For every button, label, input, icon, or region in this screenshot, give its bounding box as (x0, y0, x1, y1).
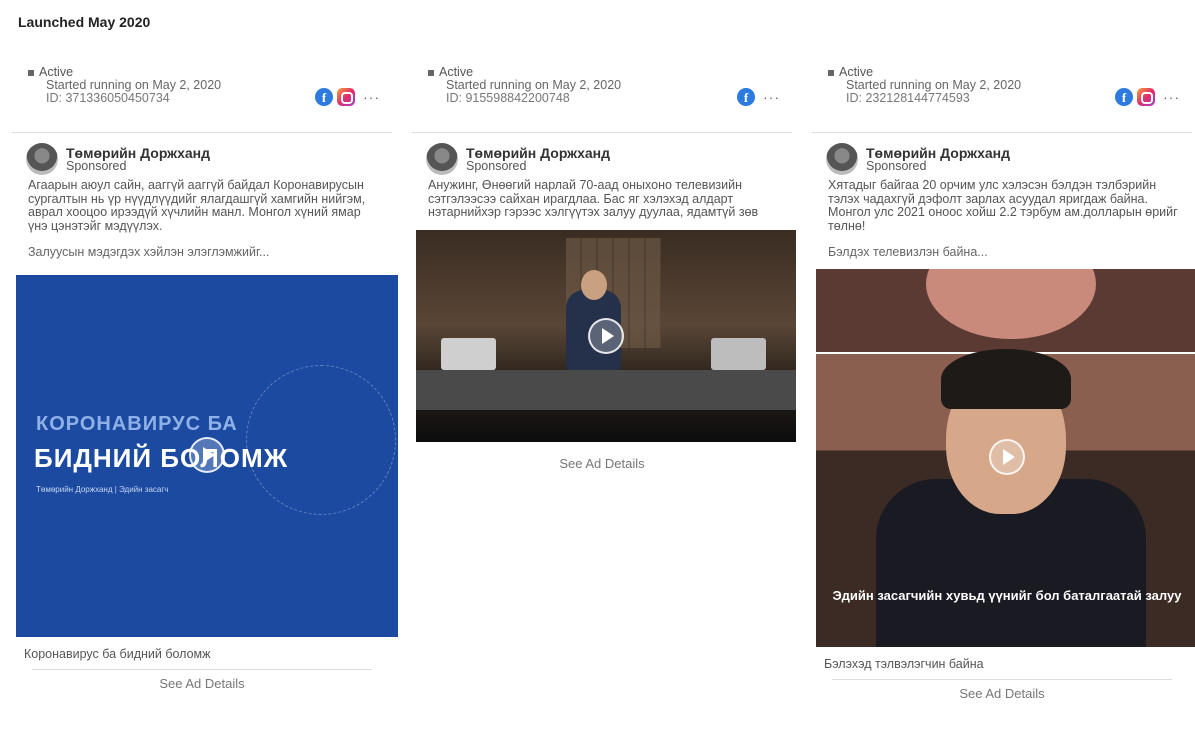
virus-graphic (246, 365, 396, 515)
more-options-icon[interactable]: ··· (363, 90, 380, 104)
ad-meta: Active Started running on May 2, 2020 ID… (412, 62, 792, 132)
ad-meta: Active Started running on May 2, 2020 ID… (812, 62, 1192, 132)
face-closeup (926, 269, 1096, 339)
ad-body-text: Хятадыг байгаа 20 орчим улс хэлэсэн бэлд… (828, 178, 1178, 233)
media-subtitle: Төмөрийн Доржханд | Эдийн засагч (36, 485, 169, 494)
video-subtitle: Эдийн засагчийн хувьд үүнийг бол баталга… (832, 588, 1182, 603)
sponsored-label: Sponsored (866, 158, 927, 173)
avatar[interactable] (826, 143, 858, 175)
ad-video[interactable]: Эдийн засагчийн хувьд үүнийг бол баталга… (816, 269, 1195, 647)
facebook-icon: f (737, 88, 755, 106)
laptop (441, 337, 496, 370)
page-name[interactable]: Төмөрийн Доржханд (866, 146, 1010, 160)
ad-video[interactable] (416, 229, 796, 442)
play-icon[interactable] (989, 439, 1025, 475)
see-ad-details-link[interactable]: See Ad Details (12, 676, 392, 691)
ad-card: Active Started running on May 2, 2020 ID… (812, 62, 1195, 701)
play-icon[interactable] (588, 317, 624, 354)
page-row: Төмөрийн Доржханд Sponsored (812, 133, 1192, 175)
preview-text: Бэлдэх телевизлэн байна... (828, 245, 988, 259)
page-name[interactable]: Төмөрийн Доржханд (66, 146, 210, 160)
section-title: Launched May 2020 (18, 14, 151, 30)
see-ad-details-link[interactable]: See Ad Details (412, 456, 792, 471)
media-title-line1: КОРОНАВИРУС БА (36, 413, 238, 435)
ad-card: Active Started running on May 2, 2020 ID… (412, 62, 796, 471)
platforms: f ··· (1115, 88, 1180, 106)
more-options-icon[interactable]: ··· (763, 90, 780, 104)
ad-caption: Коронавирус ба бидний боломж (24, 647, 211, 661)
facebook-icon: f (1115, 88, 1133, 106)
table (416, 369, 796, 410)
page-row: Төмөрийн Доржханд Sponsored (412, 133, 792, 175)
divider (832, 679, 1172, 680)
speaker-head (581, 269, 607, 300)
sponsored-label: Sponsored (466, 158, 527, 173)
instagram-icon (1137, 88, 1155, 106)
ad-body-text: Агаарын аюул сайн, ааггүй ааггүй байдал … (28, 178, 366, 233)
speaker-hair (941, 349, 1071, 409)
ad-video[interactable]: КОРОНАВИРУС БА БИДНИЙ БОЛОМЖ Төмөрийн До… (16, 275, 398, 637)
preview-text: Залуусын мэдэгдэх хэйлэн элэглэмжийг... (28, 245, 270, 259)
platforms: f ··· (315, 88, 380, 106)
status-dot-icon (828, 69, 834, 76)
page-name[interactable]: Төмөрийн Доржханд (466, 146, 610, 160)
facebook-icon: f (315, 88, 333, 106)
avatar[interactable] (26, 143, 58, 175)
ad-card: Active Started running on May 2, 2020 ID… (12, 62, 398, 691)
status-dot-icon (28, 69, 34, 76)
see-ad-details-link[interactable]: See Ad Details (812, 686, 1192, 701)
status-dot-icon (428, 69, 434, 76)
platforms: f ··· (737, 88, 780, 106)
ad-body-text: Анужинг, Өнөөгий нарлай 70-аад оныхоно т… (428, 178, 759, 219)
avatar[interactable] (426, 143, 458, 175)
instagram-icon (337, 88, 355, 106)
ad-caption: Бэлэхэд тэлвэлэгчин байна (824, 657, 984, 671)
more-options-icon[interactable]: ··· (1163, 90, 1180, 104)
ad-meta: Active Started running on May 2, 2020 ID… (12, 62, 392, 132)
play-icon[interactable] (189, 437, 225, 473)
media-title-line2: БИДНИЙ БОЛОМЖ (34, 443, 289, 473)
laptop (711, 337, 766, 370)
sponsored-label: Sponsored (66, 158, 127, 173)
page-row: Төмөрийн Доржханд Sponsored (12, 133, 392, 175)
divider (32, 669, 372, 670)
